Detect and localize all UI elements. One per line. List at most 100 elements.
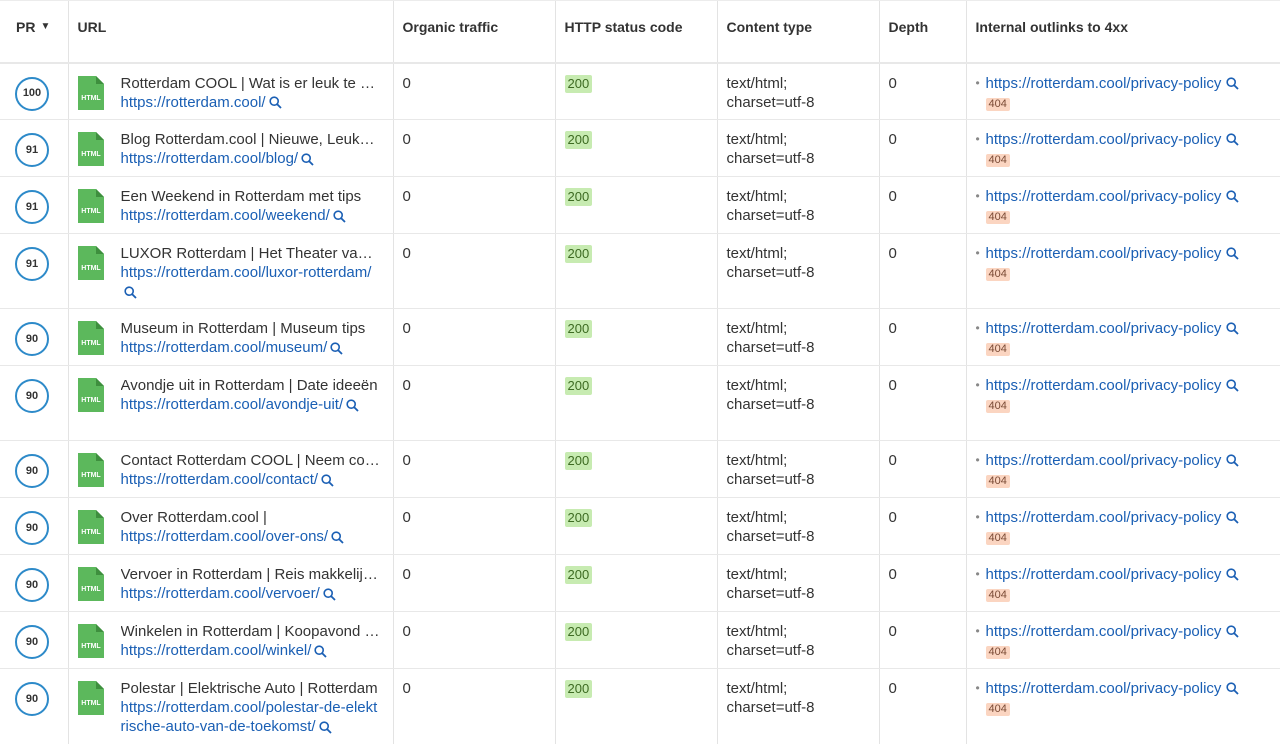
magnifier-icon[interactable]	[333, 209, 346, 223]
content-type-charset: charset=utf-8	[726, 150, 815, 167]
outlink-status-badge: 404	[985, 343, 1010, 356]
outlink-url-link[interactable]: https://rotterdam.cool/privacy-policy	[986, 244, 1222, 263]
page-url-link[interactable]: https://rotterdam.cool/winkel/	[121, 642, 312, 659]
page-url-link[interactable]: https://rotterdam.cool/polestar-de-elekt…	[121, 699, 378, 735]
page-url-link[interactable]: https://rotterdam.cool/luxor-rotterdam/	[121, 264, 372, 281]
magnifier-icon[interactable]	[1226, 568, 1240, 581]
outlink-url-link[interactable]: https://rotterdam.cool/privacy-policy	[986, 130, 1222, 149]
page-title: Rotterdam COOL | Wat is er leuk te doen …	[120, 74, 381, 92]
magnifier-icon[interactable]	[1226, 247, 1240, 260]
column-header-organic-traffic[interactable]: Organic traffic	[392, 0, 555, 64]
pr-score-badge: 91	[15, 247, 49, 281]
url-cell: HTML Polestar | Elektrische Auto | Rotte…	[67, 668, 393, 744]
content-type-cell: text/html; charset=utf-8	[716, 497, 879, 555]
status-badge: 200	[564, 509, 593, 527]
magnifier-icon[interactable]	[1226, 682, 1240, 695]
outlink-url-link[interactable]: https://rotterdam.cool/privacy-policy	[986, 451, 1222, 470]
table-row: 90 HTML Winkelen in Rotterdam | Koopavon…	[0, 611, 1280, 669]
svg-text:HTML: HTML	[81, 151, 101, 158]
magnifier-icon[interactable]	[1226, 133, 1240, 146]
outlink-url-link[interactable]: https://rotterdam.cool/privacy-policy	[986, 74, 1222, 93]
magnifier-icon[interactable]	[323, 587, 336, 601]
content-type-cell: text/html; charset=utf-8	[716, 668, 879, 744]
page-url-link[interactable]: https://rotterdam.cool/weekend/	[121, 207, 330, 224]
column-header-pr-label: PR	[16, 19, 36, 35]
column-header-content-type[interactable]: Content type	[716, 0, 879, 64]
outlink-url-link[interactable]: https://rotterdam.cool/privacy-policy	[986, 187, 1222, 206]
outlinks-cell: • https://rotterdam.cool/privacy-policy …	[965, 497, 1280, 555]
caret-down-icon[interactable]: ▼	[40, 22, 50, 32]
page-url-link[interactable]: https://rotterdam.cool/vervoer/	[121, 585, 320, 602]
html-file-icon: HTML	[77, 75, 104, 110]
organic-traffic-cell: 0	[392, 176, 555, 234]
html-file-icon: HTML	[77, 132, 104, 166]
column-header-pr[interactable]: PR ▼	[0, 0, 68, 64]
outlink-url-link[interactable]: https://rotterdam.cool/privacy-policy	[986, 679, 1222, 698]
table-row: 90 HTML Vervoer in Rotterdam | Reis makk…	[0, 554, 1280, 612]
magnifier-icon[interactable]	[321, 473, 334, 487]
page-url-link[interactable]: https://rotterdam.cool/	[121, 94, 266, 111]
magnifier-icon[interactable]	[1226, 76, 1240, 90]
magnifier-icon[interactable]	[1226, 454, 1240, 467]
outlink-url-link[interactable]: https://rotterdam.cool/privacy-policy	[986, 565, 1222, 584]
magnifier-icon[interactable]	[346, 398, 359, 412]
outlink-status-badge: 404	[985, 400, 1010, 413]
column-header-http-status-code[interactable]: HTTP status code	[554, 0, 717, 64]
depth-cell: 0	[878, 554, 966, 612]
outlink-url-link[interactable]: https://rotterdam.cool/privacy-policy	[986, 319, 1222, 338]
bullet: •	[975, 378, 980, 392]
content-type-charset: charset=utf-8	[726, 396, 815, 413]
magnifier-icon[interactable]	[123, 285, 137, 299]
magnifier-icon[interactable]	[318, 720, 332, 734]
page-url-link[interactable]: https://rotterdam.cool/blog/	[121, 150, 299, 167]
page-title: Blog Rotterdam.cool | Nieuwe, Leuke tips	[120, 131, 381, 148]
page-title: Museum in Rotterdam | Museum tips	[120, 320, 366, 337]
content-type-cell: text/html; charset=utf-8	[716, 440, 879, 498]
outlink-url-link[interactable]: https://rotterdam.cool/privacy-policy	[986, 622, 1222, 641]
content-type-line: text/html;	[726, 623, 788, 640]
depth-cell: 0	[878, 440, 966, 498]
column-header-url[interactable]: URL	[67, 0, 393, 64]
content-type-cell: text/html; charset=utf-8	[716, 233, 879, 309]
table-row: 90 HTML Polestar | Elektrische Auto | Ro…	[0, 668, 1280, 744]
organic-traffic-cell: 0	[392, 365, 555, 441]
http-status-cell: 200	[554, 62, 717, 120]
content-type-charset: charset=utf-8	[726, 264, 815, 281]
content-type-cell: text/html; charset=utf-8	[716, 365, 879, 441]
content-type-charset: charset=utf-8	[726, 699, 815, 716]
http-status-cell: 200	[554, 611, 717, 669]
pr-score-badge: 90	[15, 568, 49, 602]
outlink-url-link[interactable]: https://rotterdam.cool/privacy-policy	[986, 376, 1222, 395]
pr-score-badge: 90	[15, 625, 49, 659]
content-type-charset: charset=utf-8	[726, 93, 815, 111]
page-url-link[interactable]: https://rotterdam.cool/avondje-uit/	[121, 396, 344, 413]
status-badge: 200	[564, 680, 593, 698]
outlink-status-badge: 404	[985, 589, 1010, 602]
page-title: Avondje uit in Rotterdam | Date ideeën	[120, 377, 378, 394]
content-type-charset: charset=utf-8	[726, 585, 815, 602]
magnifier-icon[interactable]	[268, 96, 282, 109]
outlinks-cell: • https://rotterdam.cool/privacy-policy …	[965, 611, 1280, 669]
page-url-link[interactable]: https://rotterdam.cool/museum/	[121, 339, 328, 356]
magnifier-icon[interactable]	[1226, 379, 1240, 392]
pr-score-badge: 90	[15, 322, 49, 356]
magnifier-icon[interactable]	[330, 341, 343, 355]
magnifier-icon[interactable]	[1226, 625, 1240, 638]
table-row: 90 HTML Over Rotterdam.cool | https://ro…	[0, 497, 1280, 555]
outlink-url-link[interactable]: https://rotterdam.cool/privacy-policy	[986, 508, 1222, 527]
magnifier-icon[interactable]	[314, 644, 328, 658]
bullet: •	[975, 75, 980, 90]
magnifier-icon[interactable]	[1226, 511, 1240, 524]
column-header-internal-outlinks-4xx[interactable]: Internal outlinks to 4xx	[965, 0, 1280, 64]
page-url-link[interactable]: https://rotterdam.cool/over-ons/	[121, 528, 329, 545]
magnifier-icon[interactable]	[1226, 190, 1240, 203]
column-header-depth[interactable]: Depth	[878, 0, 966, 64]
url-cell: HTML LUXOR Rotterdam | Het Theater van R…	[67, 233, 393, 309]
page-url-link[interactable]: https://rotterdam.cool/contact/	[121, 471, 319, 488]
magnifier-icon[interactable]	[331, 530, 344, 544]
magnifier-icon[interactable]	[1226, 322, 1240, 335]
table-row: 91 HTML LUXOR Rotterdam | Het Theater va…	[0, 233, 1280, 309]
magnifier-icon[interactable]	[301, 152, 314, 166]
html-file-icon: HTML	[77, 189, 104, 223]
content-type-line: text/html;	[726, 131, 788, 148]
